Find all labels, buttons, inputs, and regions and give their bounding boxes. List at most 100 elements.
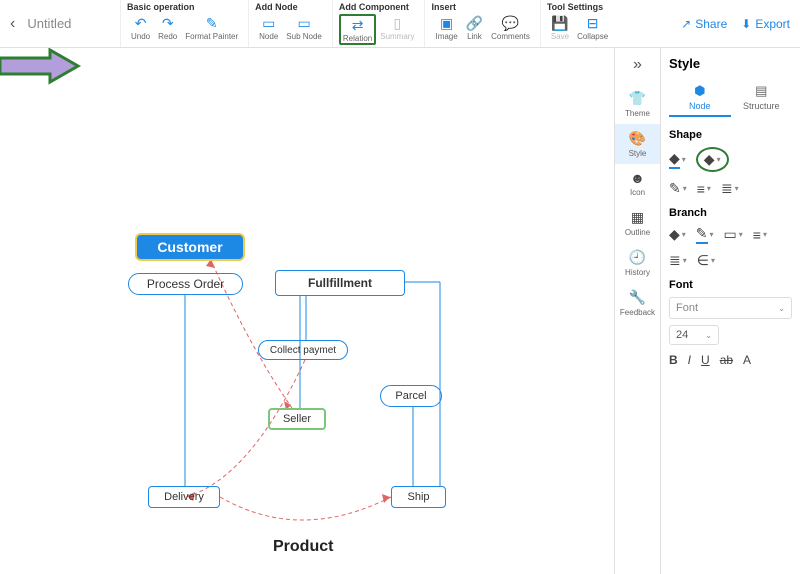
branch-end-icon: ∈	[697, 252, 709, 269]
save-icon: 💾	[551, 14, 568, 32]
pencil-icon: ✎	[669, 180, 681, 197]
branch-color-icon: ◆	[669, 226, 680, 243]
chevron-down-icon: ⌄	[705, 331, 712, 340]
branch-style-icon: ≣	[669, 252, 681, 269]
weight-icon: ≣	[721, 180, 733, 197]
comments-button[interactable]: 💬Comments	[487, 14, 534, 41]
collapse-button[interactable]: ⊟Collapse	[573, 14, 612, 41]
share-button[interactable]: ↗Share	[681, 17, 727, 31]
export-icon: ⬇	[741, 17, 751, 31]
shape-bg-button[interactable]: ◆▾	[696, 147, 729, 172]
group-tool-settings: Tool Settings 💾Save ⊟Collapse	[540, 0, 618, 47]
format-painter-icon: ✎	[206, 14, 218, 32]
italic-button[interactable]: I	[688, 353, 691, 367]
comments-icon: 💬	[502, 14, 519, 32]
rail-style[interactable]: 🎨Style	[615, 124, 660, 164]
redo-icon: ↷	[162, 14, 174, 32]
redo-button[interactable]: ↷Redo	[154, 14, 181, 41]
font-section-title: Font	[669, 279, 792, 291]
group-add-component: Add Component ⇄Relation ▯Summary	[332, 0, 425, 47]
rail-feedback[interactable]: 🔧Feedback	[615, 283, 660, 323]
format-painter-button[interactable]: ✎Format Painter	[181, 14, 242, 41]
shape-weight-button[interactable]: ≣▾	[721, 180, 739, 197]
image-button[interactable]: ▣Image	[431, 14, 461, 41]
diagram-canvas[interactable]: Customer Process Order Fullfillment Coll…	[0, 48, 614, 574]
branch-weight-button[interactable]: ≡▾	[753, 227, 767, 243]
style-icon: 🎨	[629, 130, 646, 147]
strike-button[interactable]: ab	[720, 353, 733, 367]
annotation-arrow-icon	[0, 48, 614, 574]
shape-fill-button[interactable]: ◆▾	[669, 150, 686, 169]
branch-weight-icon: ≡	[753, 227, 761, 243]
relation-button[interactable]: ⇄Relation	[339, 14, 376, 45]
shape-border-button[interactable]: ✎▾	[669, 180, 687, 197]
topbar-left: ‹ Untitled	[0, 0, 120, 47]
rail-collapse-button[interactable]: »	[633, 56, 642, 74]
group-title: Add Node	[255, 2, 326, 12]
topbar-right: ↗Share ⬇Export	[681, 0, 800, 47]
group-add-node: Add Node ▭Node ▭Sub Node	[248, 0, 332, 47]
node-button[interactable]: ▭Node	[255, 14, 282, 41]
undo-button[interactable]: ↶Undo	[127, 14, 154, 41]
branch-color-button[interactable]: ◆▾	[669, 226, 686, 243]
node-icon: ▭	[262, 14, 275, 32]
rail-icon[interactable]: ☻Icon	[615, 164, 660, 203]
image-icon: ▣	[440, 14, 453, 32]
sub-node-button[interactable]: ▭Sub Node	[282, 14, 326, 41]
shape-section-title: Shape	[669, 129, 792, 141]
branch-line-color-button[interactable]: ✎▾	[696, 225, 714, 244]
line-icon: ≡	[697, 181, 705, 197]
group-insert: Insert ▣Image 🔗Link 💬Comments	[424, 0, 539, 47]
rail-history[interactable]: 🕘History	[615, 243, 660, 283]
link-icon: 🔗	[466, 14, 483, 32]
toolbar-groups: Basic operation ↶Undo ↷Redo ✎Format Pain…	[120, 0, 681, 47]
bg-icon: ◆	[704, 151, 715, 168]
style-panel: Style ⬢Node ▤Structure Shape ◆▾ ◆▾ ✎▾ ≡▾…	[660, 48, 800, 574]
group-title: Basic operation	[127, 2, 242, 12]
panel-tabs: ⬢Node ▤Structure	[669, 79, 792, 117]
feedback-icon: 🔧	[629, 289, 646, 306]
undo-icon: ↶	[135, 14, 147, 32]
top-toolbar: ‹ Untitled Basic operation ↶Undo ↷Redo ✎…	[0, 0, 800, 48]
bold-button[interactable]: B	[669, 353, 678, 367]
main-area: Customer Process Order Fullfillment Coll…	[0, 48, 800, 574]
group-title: Add Component	[339, 2, 419, 12]
branch-rect-button[interactable]: ▭▾	[724, 226, 743, 243]
fill-icon: ◆	[669, 150, 680, 169]
font-color-button[interactable]: A	[743, 353, 751, 367]
shape-line-button[interactable]: ≡▾	[697, 181, 711, 197]
branch-line-icon: ✎	[696, 225, 708, 244]
panel-title: Style	[669, 56, 792, 71]
save-button[interactable]: 💾Save	[547, 14, 573, 41]
tab-structure[interactable]: ▤Structure	[731, 79, 793, 117]
outline-icon: ▦	[631, 209, 644, 226]
branch-end-button[interactable]: ∈▾	[697, 252, 715, 269]
node-tab-icon: ⬢	[694, 83, 705, 99]
font-family-select[interactable]: Font⌄	[669, 297, 792, 319]
summary-icon: ▯	[393, 14, 401, 32]
group-title: Insert	[431, 2, 533, 12]
relation-icon: ⇄	[352, 16, 364, 34]
history-icon: 🕘	[629, 249, 646, 266]
chevron-down-icon: ⌄	[778, 304, 785, 313]
rail-outline[interactable]: ▦Outline	[615, 203, 660, 243]
sub-node-icon: ▭	[297, 14, 310, 32]
branch-section-title: Branch	[669, 207, 792, 219]
icon-icon: ☻	[630, 170, 645, 186]
back-icon[interactable]: ‹	[10, 15, 15, 33]
group-basic-operation: Basic operation ↶Undo ↷Redo ✎Format Pain…	[120, 0, 248, 47]
tab-node[interactable]: ⬢Node	[669, 79, 731, 117]
branch-style-button[interactable]: ≣▾	[669, 252, 687, 269]
rail-theme[interactable]: 👕Theme	[615, 84, 660, 124]
group-title: Tool Settings	[547, 2, 612, 12]
structure-tab-icon: ▤	[755, 83, 767, 99]
link-button[interactable]: 🔗Link	[462, 14, 487, 41]
theme-icon: 👕	[629, 90, 646, 107]
export-button[interactable]: ⬇Export	[741, 17, 790, 31]
underline-button[interactable]: U	[701, 353, 710, 367]
right-rail: » 👕Theme 🎨Style ☻Icon ▦Outline 🕘History …	[614, 48, 660, 574]
collapse-icon: ⊟	[587, 14, 599, 32]
font-size-select[interactable]: 24⌄	[669, 325, 719, 345]
summary-button[interactable]: ▯Summary	[376, 14, 418, 45]
document-title[interactable]: Untitled	[27, 16, 71, 31]
